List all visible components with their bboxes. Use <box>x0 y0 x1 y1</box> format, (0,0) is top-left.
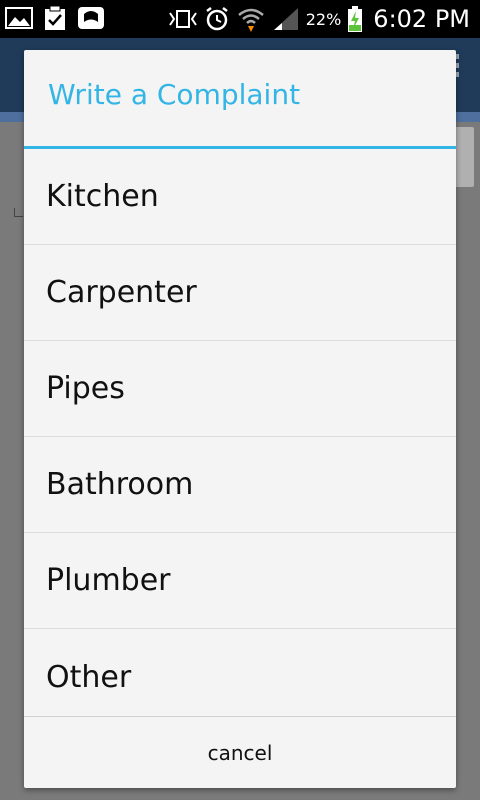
option-plumber[interactable]: Plumber <box>24 533 456 629</box>
option-label: Plumber <box>46 563 171 598</box>
wifi-icon <box>237 8 264 32</box>
option-other[interactable]: Other <box>24 629 456 725</box>
option-label: Other <box>46 659 132 695</box>
status-bar: 22% 6:02 PM <box>0 0 480 38</box>
gallery-icon <box>5 7 33 29</box>
option-pipes[interactable]: Pipes <box>24 341 456 437</box>
option-label: Pipes <box>46 371 125 406</box>
option-carpenter[interactable]: Carpenter <box>24 245 456 341</box>
alarm-icon <box>205 7 228 31</box>
complaint-dialog: Write a Complaint Kitchen Carpenter Pipe… <box>24 50 456 788</box>
vibrate-icon <box>168 10 197 28</box>
battery-percentage: 22% <box>305 9 342 29</box>
signal-icon <box>273 8 298 30</box>
notification-icons <box>4 4 106 32</box>
cancel-button[interactable]: cancel <box>24 717 456 788</box>
option-list: Kitchen Carpenter Pipes Bathroom Plumber… <box>24 149 456 725</box>
app-notification-icon <box>78 7 104 29</box>
dialog-title: Write a Complaint <box>48 78 301 111</box>
option-label: Kitchen <box>46 179 159 214</box>
clock: 6:02 PM <box>373 5 470 33</box>
battery-charging-icon <box>348 6 363 32</box>
background-mark <box>14 208 23 217</box>
clipboard-check-icon <box>45 5 65 30</box>
option-label: Carpenter <box>46 275 197 310</box>
option-bathroom[interactable]: Bathroom <box>24 437 456 533</box>
option-label: Bathroom <box>46 467 194 502</box>
system-icons: 22% 6:02 PM <box>168 0 470 38</box>
option-kitchen[interactable]: Kitchen <box>24 149 456 245</box>
